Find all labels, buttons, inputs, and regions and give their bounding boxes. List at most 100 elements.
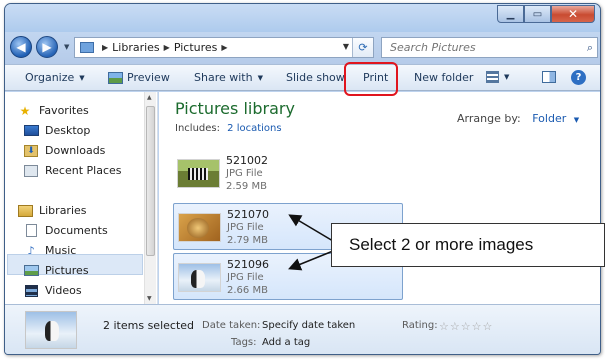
title-bar: ▁ ▭ ✕ xyxy=(5,4,600,32)
nav-videos[interactable]: Videos xyxy=(23,284,82,297)
organize-menu[interactable]: Organize ▼ xyxy=(25,71,85,84)
tags-value[interactable]: Add a tag xyxy=(262,337,310,348)
selection-thumbnail xyxy=(25,311,77,349)
nav-libraries[interactable]: Libraries xyxy=(17,204,87,217)
file-item[interactable]: 521002 JPG File 2.59 MB xyxy=(173,150,403,197)
arrange-by-label: Arrange by: xyxy=(457,112,521,125)
share-with-label: Share with xyxy=(194,71,253,84)
nav-pictures[interactable]: Pictures xyxy=(23,264,89,277)
star-icon[interactable]: ☆ xyxy=(483,320,494,333)
nav-desktop[interactable]: Desktop xyxy=(23,124,90,137)
scroll-up-icon[interactable]: ▲ xyxy=(147,94,152,101)
chevron-down-icon[interactable]: ▼ xyxy=(574,116,579,124)
recent-places-icon xyxy=(23,164,39,177)
image-thumbnail xyxy=(178,213,221,242)
breadcrumb-libraries[interactable]: Libraries xyxy=(112,41,160,54)
forward-button[interactable]: ▶ xyxy=(36,36,58,58)
back-arrow-icon: ◀ xyxy=(16,40,26,54)
address-bar[interactable]: ▶ Libraries ▶ Pictures ▶ ▼ ⟳ xyxy=(74,37,374,58)
chevron-right-icon[interactable]: ▶ xyxy=(102,43,108,52)
nav-recent-places[interactable]: Recent Places xyxy=(23,164,122,177)
back-button[interactable]: ◀ xyxy=(10,36,32,58)
scrollbar-thumb[interactable] xyxy=(146,106,155,256)
nav-desktop-label: Desktop xyxy=(45,124,91,137)
file-size: 2.59 MB xyxy=(226,181,267,192)
tags-label: Tags: xyxy=(231,337,257,348)
maximize-button[interactable]: ▭ xyxy=(524,5,551,23)
new-folder-label: New folder xyxy=(414,71,474,84)
includes-label: Includes: xyxy=(175,123,220,134)
preview-pane-icon xyxy=(542,71,556,83)
minimize-button[interactable]: ▁ xyxy=(497,5,524,23)
file-name: 521002 xyxy=(226,154,268,167)
star-icon[interactable]: ☆ xyxy=(450,320,461,333)
date-taken-value[interactable]: Specify date taken xyxy=(262,320,355,331)
file-list-pane: Pictures library Includes: 2 locations A… xyxy=(159,92,600,304)
nav-favorites[interactable]: ★ Favorites xyxy=(17,103,89,118)
preview-label: Preview xyxy=(127,71,170,84)
forward-arrow-icon: ▶ xyxy=(42,40,52,54)
chevron-right-icon[interactable]: ▶ xyxy=(221,43,227,52)
search-icon[interactable]: ⌕ xyxy=(587,41,593,55)
file-type: JPG File xyxy=(227,222,264,233)
documents-icon xyxy=(23,224,39,237)
details-pane: 2 items selected Date taken: Specify dat… xyxy=(5,304,600,354)
slide-show-label: Slide show xyxy=(286,71,345,84)
organize-label: Organize xyxy=(25,71,75,84)
star-icon[interactable]: ☆ xyxy=(461,320,472,333)
folder-icon xyxy=(80,42,94,53)
change-view-button[interactable]: ▼ xyxy=(486,71,509,83)
file-size: 2.66 MB xyxy=(227,285,268,296)
chevron-down-icon: ▼ xyxy=(257,73,263,82)
star-icon: ★ xyxy=(19,103,31,118)
selection-count: 2 items selected xyxy=(103,319,195,332)
library-title: Pictures library xyxy=(175,99,295,118)
preview-pane-button[interactable] xyxy=(542,71,556,83)
scroll-down-icon[interactable]: ▼ xyxy=(147,295,152,302)
chevron-right-icon[interactable]: ▶ xyxy=(164,43,170,52)
preview-button[interactable]: Preview xyxy=(108,71,170,84)
search-input[interactable] xyxy=(390,41,570,54)
star-icon[interactable]: ☆ xyxy=(472,320,483,333)
share-with-menu[interactable]: Share with ▼ xyxy=(194,71,263,84)
downloads-icon: ⬇ xyxy=(23,144,39,157)
nav-favorites-label: Favorites xyxy=(39,104,89,117)
nav-pictures-label: Pictures xyxy=(45,264,89,277)
recent-pages-dropdown[interactable]: ▼ xyxy=(64,43,69,51)
close-button[interactable]: ✕ xyxy=(551,5,595,23)
file-size: 2.79 MB xyxy=(227,235,268,246)
nav-scrollbar[interactable]: ▲ ▼ xyxy=(144,92,156,304)
explorer-window: ▁ ▭ ✕ ◀ ▶ ▼ ▶ Libraries ▶ Pictures ▶ ▼ ⟳… xyxy=(4,3,601,355)
rating-stars[interactable]: ☆☆☆☆☆ xyxy=(439,320,493,333)
videos-icon xyxy=(23,284,39,297)
refresh-button[interactable]: ⟳ xyxy=(352,38,373,57)
nav-recent-places-label: Recent Places xyxy=(45,164,122,177)
refresh-icon: ⟳ xyxy=(358,41,368,54)
address-dropdown-icon[interactable]: ▼ xyxy=(343,42,349,51)
nav-downloads[interactable]: ⬇ Downloads xyxy=(23,144,105,157)
desktop-icon xyxy=(23,124,39,137)
address-row: ◀ ▶ ▼ ▶ Libraries ▶ Pictures ▶ ▼ ⟳ ⌕ xyxy=(5,32,600,64)
rating-label: Rating: xyxy=(402,320,438,331)
library-includes: Includes: 2 locations xyxy=(175,123,282,134)
help-button[interactable]: ? xyxy=(571,70,586,85)
locations-link[interactable]: 2 locations xyxy=(227,123,281,134)
new-folder-button[interactable]: New folder xyxy=(414,71,473,84)
image-thumbnail xyxy=(177,159,220,188)
arrange-by-dropdown[interactable]: Folder xyxy=(532,112,566,125)
nav-downloads-label: Downloads xyxy=(45,144,106,157)
search-box[interactable]: ⌕ xyxy=(381,37,598,58)
image-preview-icon xyxy=(108,71,123,84)
slide-show-button[interactable]: Slide show xyxy=(286,71,345,84)
star-icon[interactable]: ☆ xyxy=(439,320,450,333)
file-type: JPG File xyxy=(226,168,263,179)
pictures-icon xyxy=(23,264,39,277)
file-name: 521096 xyxy=(227,258,269,271)
caption-buttons: ▁ ▭ ✕ xyxy=(497,5,595,23)
breadcrumb-pictures[interactable]: Pictures xyxy=(174,41,218,54)
libraries-icon xyxy=(17,204,33,217)
nav-libraries-label: Libraries xyxy=(39,204,87,217)
chevron-down-icon: ▼ xyxy=(504,73,510,81)
nav-documents[interactable]: Documents xyxy=(23,224,108,237)
chevron-down-icon: ▼ xyxy=(79,73,85,82)
